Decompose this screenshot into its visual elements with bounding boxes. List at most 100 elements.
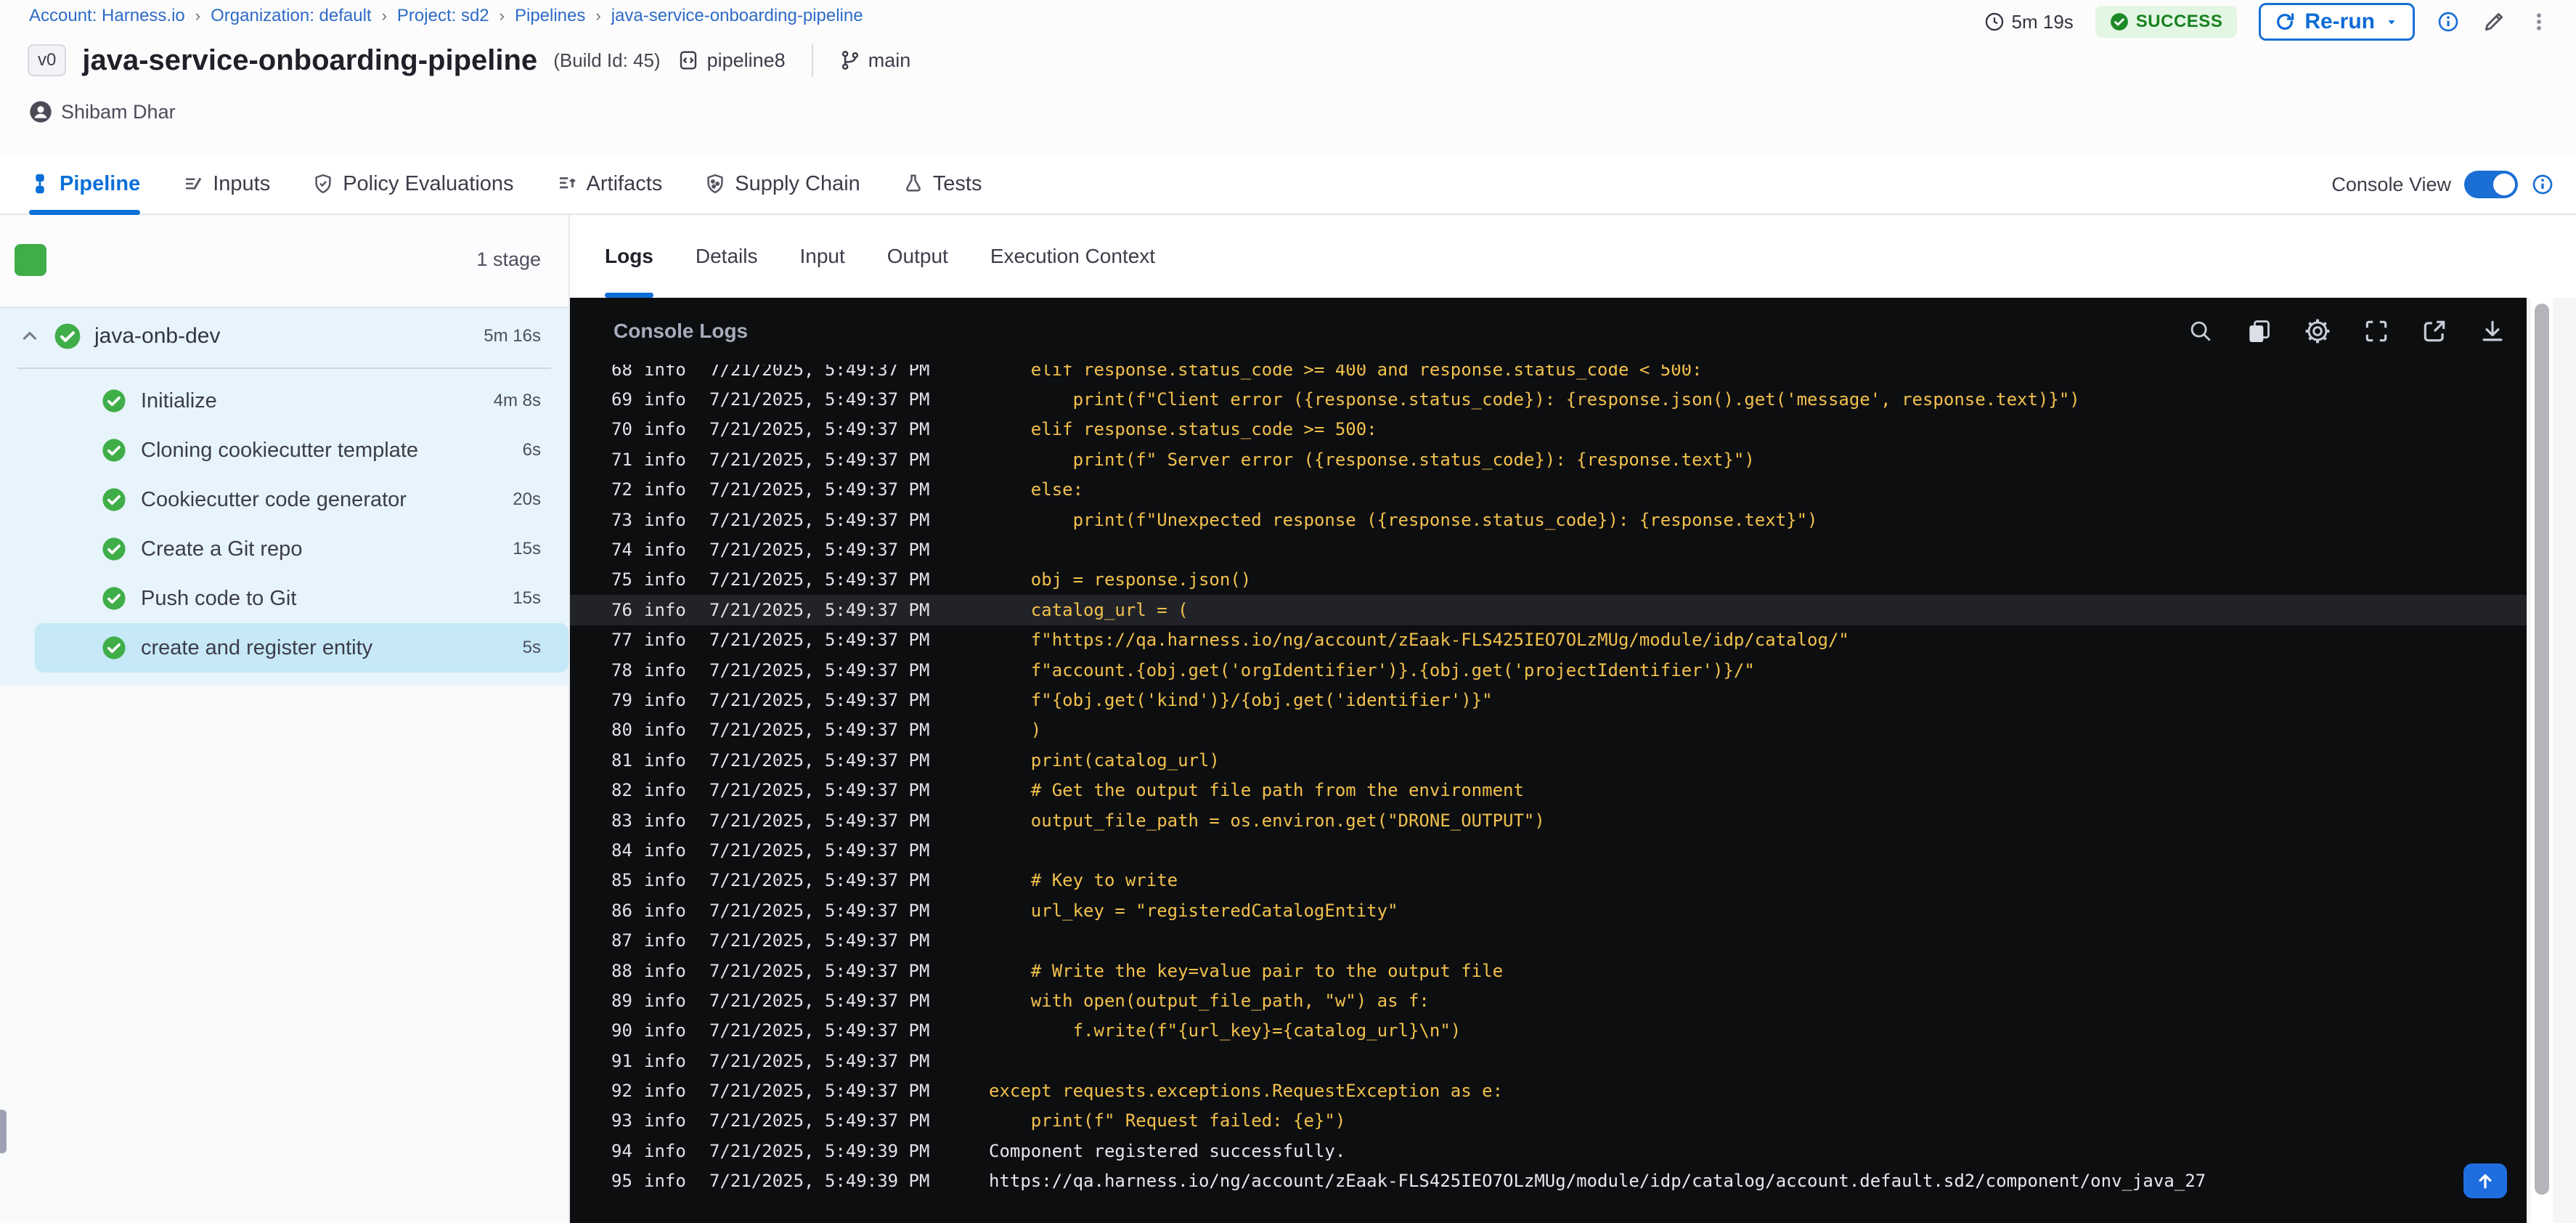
log-row[interactable]: 95 info 7/21/2025, 5:49:39 PM https://qa…: [570, 1166, 2527, 1196]
log-row[interactable]: 85 info 7/21/2025, 5:49:37 PM # Key to w…: [570, 866, 2527, 895]
tab-input[interactable]: Input: [799, 215, 844, 298]
step-row[interactable]: Initialize 4m 8s: [0, 376, 568, 426]
log-row[interactable]: 76 info 7/21/2025, 5:49:37 PM catalog_ur…: [570, 595, 2527, 625]
log-message: with open(output_file_path, "w") as f:: [989, 991, 2527, 1011]
log-row[interactable]: 81 info 7/21/2025, 5:49:37 PM print(cata…: [570, 745, 2527, 775]
repo-chip[interactable]: pipeline8: [677, 49, 786, 72]
search-icon[interactable]: [2187, 317, 2214, 345]
log-row[interactable]: 79 info 7/21/2025, 5:49:37 PM f"{obj.get…: [570, 685, 2527, 715]
tab-policy-evaluations[interactable]: Policy Evaluations: [312, 154, 514, 214]
branch-chip[interactable]: main: [839, 49, 911, 72]
breadcrumb-link[interactable]: Project: sd2: [397, 6, 489, 26]
log-row[interactable]: 82 info 7/21/2025, 5:49:37 PM # Get the …: [570, 775, 2527, 805]
tab-artifacts[interactable]: Artifacts: [556, 154, 663, 214]
log-row[interactable]: 75 info 7/21/2025, 5:49:37 PM obj = resp…: [570, 565, 2527, 595]
rerun-label: Re-run: [2304, 9, 2375, 33]
log-row[interactable]: 92 info 7/21/2025, 5:49:37 PM except req…: [570, 1076, 2527, 1105]
open-in-new-icon[interactable]: [2421, 317, 2448, 345]
log-level: info: [644, 749, 686, 771]
console-view-info-icon[interactable]: [2531, 173, 2554, 196]
log-row[interactable]: 83 info 7/21/2025, 5:49:37 PM output_fil…: [570, 805, 2527, 835]
log-row[interactable]: 91 info 7/21/2025, 5:49:37 PM: [570, 1046, 2527, 1076]
tab-supply-chain[interactable]: Supply Chain: [704, 154, 860, 214]
step-success-icon: [102, 487, 126, 512]
toggle-knob: [2493, 174, 2515, 195]
log-row[interactable]: 93 info 7/21/2025, 5:49:37 PM print(f" R…: [570, 1106, 2527, 1136]
tab-inputs[interactable]: Inputs: [182, 154, 270, 214]
stage-row[interactable]: java-onb-dev 5m 16s: [0, 308, 568, 365]
collapse-chevron-icon[interactable]: [19, 325, 41, 347]
step-row[interactable]: create and register entity 5s: [35, 623, 568, 673]
log-message: url_key = "registeredCatalogEntity": [989, 901, 2527, 921]
log-code-segment: print(catalog_url): [989, 749, 1220, 771]
step-row[interactable]: Cloning cookiecutter template 6s: [0, 426, 568, 475]
console-scrollbar-thumb[interactable]: [2535, 304, 2549, 1195]
log-timestamp: 7/21/2025, 5:49:37 PM: [709, 960, 930, 981]
tab-label: Artifacts: [586, 171, 663, 195]
clock-icon: [1984, 12, 2005, 32]
log-timestamp: 7/21/2025, 5:49:37 PM: [709, 540, 930, 561]
left-edge-scrollbar-thumb[interactable]: [0, 1110, 7, 1153]
copy-icon[interactable]: [2245, 317, 2273, 345]
log-message: f"{obj.get('kind')}/{obj.get('identifier…: [989, 690, 2527, 710]
scroll-to-top-button[interactable]: [2463, 1163, 2507, 1198]
tab-execution-context[interactable]: Execution Context: [990, 215, 1155, 298]
download-icon[interactable]: [2479, 317, 2506, 345]
edit-pencil-icon[interactable]: [2482, 9, 2506, 34]
log-row[interactable]: 73 info 7/21/2025, 5:49:37 PM print(f"Un…: [570, 505, 2527, 535]
log-row[interactable]: 80 info 7/21/2025, 5:49:37 PM ): [570, 715, 2527, 745]
log-code-segment: # Key to write: [989, 870, 1178, 891]
tab-details[interactable]: Details: [696, 215, 758, 298]
tab-tests[interactable]: Tests: [902, 154, 982, 214]
log-link[interactable]: https://qa.harness.io/ng/account/zEaak-F…: [989, 1171, 2206, 1191]
log-row[interactable]: 86 info 7/21/2025, 5:49:37 PM url_key = …: [570, 895, 2527, 925]
step-row[interactable]: Cookiecutter code generator 20s: [0, 475, 568, 524]
log-row[interactable]: 72 info 7/21/2025, 5:49:37 PM else:: [570, 475, 2527, 505]
pipeline-icon: [29, 173, 51, 195]
stage-square-icon[interactable]: [15, 244, 46, 276]
more-options-icon[interactable]: [2528, 9, 2550, 34]
log-row[interactable]: 88 info 7/21/2025, 5:49:37 PM # Write th…: [570, 956, 2527, 986]
log-row[interactable]: 69 info 7/21/2025, 5:49:37 PM print(f"Cl…: [570, 384, 2527, 414]
breadcrumb-link[interactable]: java-service-onboarding-pipeline: [611, 6, 863, 26]
log-line-number: 84: [611, 840, 632, 861]
branch-name: main: [868, 49, 911, 71]
step-success-icon: [102, 586, 126, 611]
console-view-toggle[interactable]: [2464, 171, 2518, 198]
tab-output[interactable]: Output: [887, 215, 948, 298]
log-line-number: 86: [611, 900, 632, 921]
step-row[interactable]: Create a Git repo 15s: [0, 524, 568, 574]
log-row[interactable]: 87 info 7/21/2025, 5:49:37 PM: [570, 925, 2527, 955]
fullscreen-icon[interactable]: [2363, 317, 2390, 345]
log-row[interactable]: 90 info 7/21/2025, 5:49:37 PM f.write(f"…: [570, 1016, 2527, 1046]
author-row: Shibam Dhar: [29, 100, 176, 123]
log-row[interactable]: 74 info 7/21/2025, 5:49:37 PM: [570, 535, 2527, 564]
tab-logs[interactable]: Logs: [605, 215, 653, 298]
log-message: except requests.exceptions.RequestExcept…: [989, 1081, 2527, 1101]
tab-label: Inputs: [213, 171, 271, 195]
log-row[interactable]: 77 info 7/21/2025, 5:49:37 PM f"https://…: [570, 625, 2527, 655]
log-message: else:: [989, 479, 2527, 500]
log-row[interactable]: 70 info 7/21/2025, 5:49:37 PM elif respo…: [570, 415, 2527, 444]
log-row[interactable]: 94 info 7/21/2025, 5:49:39 PM Component …: [570, 1136, 2527, 1166]
console-scrollbar-track[interactable]: [2531, 298, 2553, 1223]
log-level: info: [644, 1020, 686, 1041]
log-row[interactable]: 71 info 7/21/2025, 5:49:37 PM print(f" S…: [570, 444, 2527, 474]
breadcrumb-link[interactable]: Account: Harness.io: [29, 6, 185, 26]
rerun-button[interactable]: Re-run: [2259, 3, 2415, 41]
log-code-segment: catalog_url = (: [989, 599, 1189, 620]
log-timestamp: 7/21/2025, 5:49:37 PM: [709, 810, 930, 831]
breadcrumb-link[interactable]: Organization: default: [211, 6, 371, 26]
log-timestamp: 7/21/2025, 5:49:37 PM: [709, 720, 930, 741]
step-row[interactable]: Push code to Git 15s: [0, 574, 568, 623]
log-link[interactable]: https://qa.harness.io/ng/account/zEaak-F…: [1052, 630, 1839, 650]
log-row[interactable]: 89 info 7/21/2025, 5:49:37 PM with open(…: [570, 986, 2527, 1015]
info-icon[interactable]: [2437, 10, 2460, 33]
log-row[interactable]: 78 info 7/21/2025, 5:49:37 PM f"account.…: [570, 655, 2527, 685]
log-level: info: [644, 389, 686, 410]
tab-pipeline[interactable]: Pipeline: [29, 154, 141, 215]
log-row[interactable]: 84 info 7/21/2025, 5:49:37 PM: [570, 835, 2527, 865]
settings-gear-icon[interactable]: [2303, 317, 2332, 346]
breadcrumb-link[interactable]: Pipelines: [515, 6, 585, 26]
log-line-number: 76: [611, 599, 632, 620]
